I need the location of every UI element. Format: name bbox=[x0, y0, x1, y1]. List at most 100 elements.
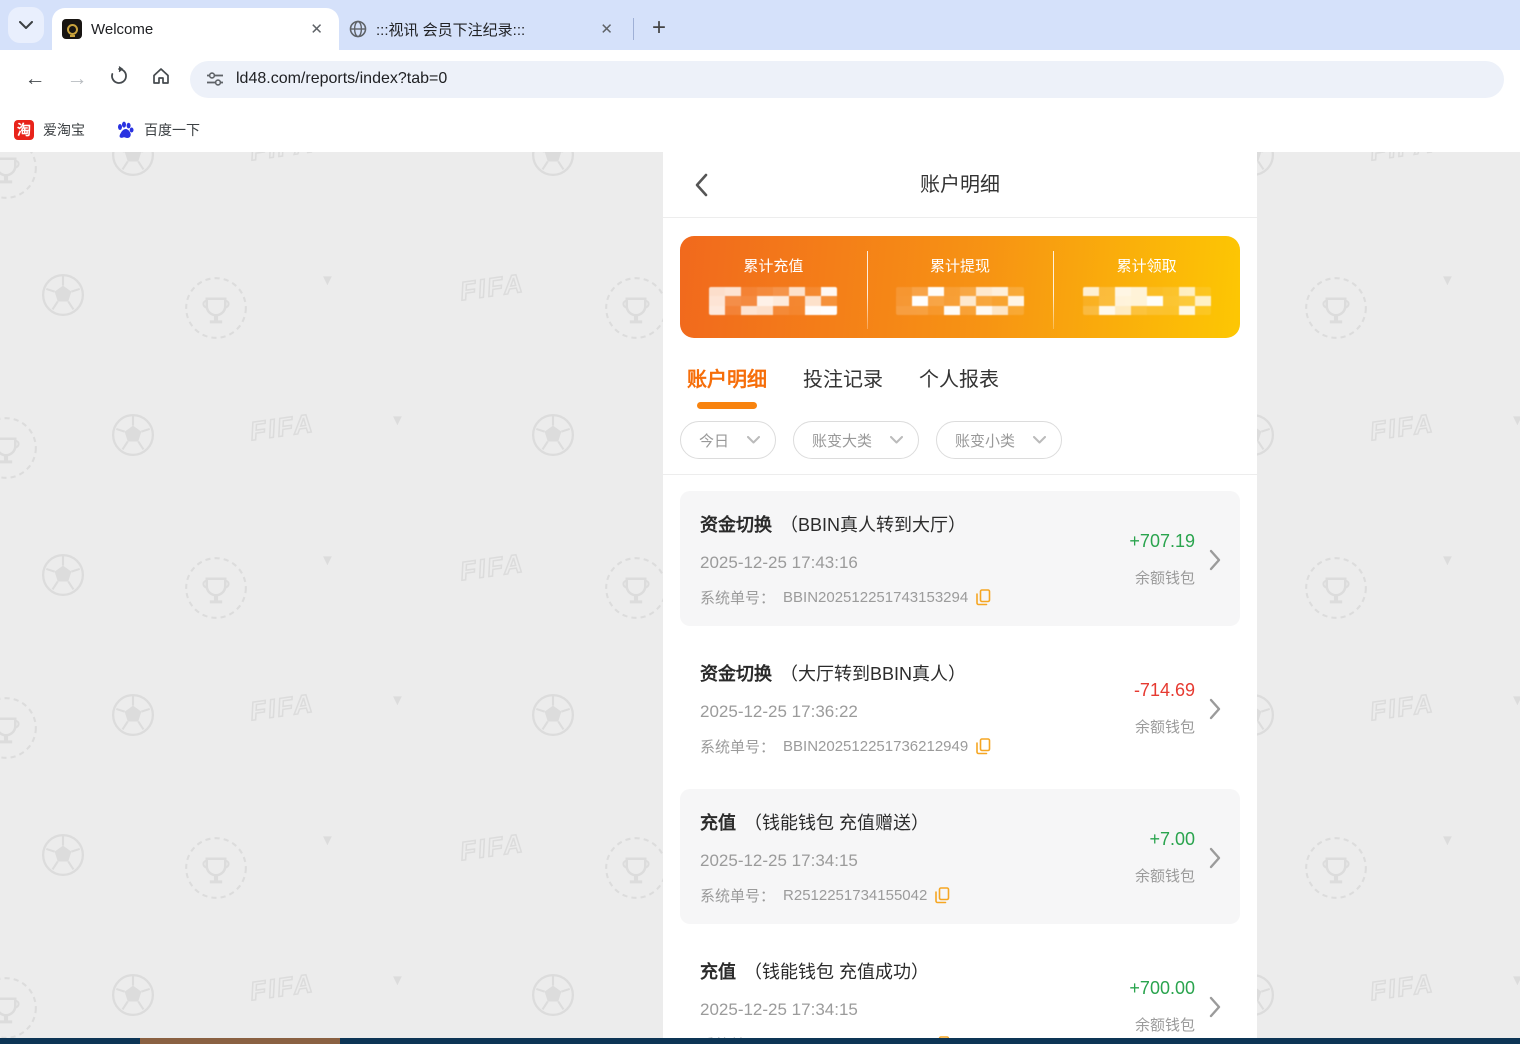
order-number-value: BBIN202512251736212949 bbox=[783, 738, 969, 755]
site-settings-icon bbox=[207, 72, 223, 86]
browser-window: Welcome ✕ :::视讯 会员下注纪录::: ✕ + ← → ld48.c… bbox=[0, 0, 1520, 1044]
bookmark-taobao[interactable]: 淘 爱淘宝 bbox=[14, 120, 85, 140]
bookmark-baidu[interactable]: 百度一下 bbox=[115, 120, 200, 140]
wallet-type: 余额钱包 bbox=[1134, 570, 1195, 587]
transaction-subtitle: （BBIN真人转到大厅） bbox=[780, 515, 967, 535]
transaction-title: 资金切换 （BBIN真人转到大厅） bbox=[700, 511, 1129, 537]
chevron-right-icon bbox=[1209, 847, 1221, 868]
account-detail-panel: 账户明细 累计充值 累计提现 累计领取 账户明细 投注记录 个人报表 今日 账变… bbox=[663, 152, 1257, 1044]
transaction-type: 资金切换 bbox=[700, 515, 772, 535]
order-number-label: 系统单号： bbox=[700, 888, 776, 905]
order-number-label: 系统单号： bbox=[700, 739, 776, 756]
transaction-subtitle: （大厅转到BBIN真人） bbox=[780, 664, 967, 684]
summary-label: 累计领取 bbox=[1116, 258, 1177, 275]
transaction-title: 充值 （钱能钱包 充值赠送） bbox=[700, 809, 1135, 835]
tab-welcome[interactable]: Welcome ✕ bbox=[52, 8, 339, 50]
tab-divider bbox=[633, 18, 634, 40]
transaction-datetime: 2025-12-25 17:36:22 bbox=[700, 702, 858, 721]
close-icon[interactable]: ✕ bbox=[596, 18, 617, 40]
order-number-value: R2512251734155042 bbox=[783, 887, 928, 904]
bottom-cutoff-bar bbox=[0, 1038, 1520, 1044]
transaction-type: 资金切换 bbox=[700, 664, 772, 684]
filter-minor-category-dropdown[interactable]: 账变小类 bbox=[936, 421, 1063, 459]
bookmark-label: 爱淘宝 bbox=[43, 122, 85, 138]
taobao-icon: 淘 bbox=[14, 120, 34, 140]
filter-label: 账变小类 bbox=[955, 432, 1016, 450]
wallet-type: 余额钱包 bbox=[1134, 1017, 1195, 1034]
tab-strip: Welcome ✕ :::视讯 会员下注纪录::: ✕ + bbox=[0, 0, 1520, 50]
transaction-row[interactable]: 资金切换 （BBIN真人转到大厅） 2025-12-25 17:43:16 系统单… bbox=[680, 491, 1240, 626]
transaction-title: 资金切换 （大厅转到BBIN真人） bbox=[700, 660, 1134, 686]
chevron-left-icon bbox=[695, 173, 708, 197]
summary-label: 累计提现 bbox=[930, 258, 991, 275]
chevron-right-icon bbox=[1209, 549, 1221, 570]
reload-button[interactable] bbox=[98, 66, 140, 92]
summary-divider bbox=[1053, 251, 1055, 329]
home-button[interactable] bbox=[140, 66, 182, 92]
filter-label: 账变大类 bbox=[812, 432, 873, 450]
baidu-paw-icon bbox=[118, 121, 134, 138]
page-content: FIFA▼▼FIFAFIFA▼▼FIFAFIFA▼▼FIFAFIFA▼▼FIFA… bbox=[0, 152, 1520, 1044]
wallet-type: 余额钱包 bbox=[1134, 719, 1195, 736]
tab-account-detail[interactable]: 账户明细 bbox=[687, 363, 767, 409]
filter-date-dropdown[interactable]: 今日 bbox=[680, 421, 777, 459]
wallet-type: 余额钱包 bbox=[1134, 868, 1195, 885]
globe-icon bbox=[349, 20, 367, 38]
masked-value bbox=[1082, 287, 1211, 315]
tab-label: 个人报表 bbox=[919, 369, 999, 391]
summary-divider bbox=[866, 251, 868, 329]
page-title: 账户明细 bbox=[920, 174, 1000, 196]
transaction-subtitle: （钱能钱包 充值成功） bbox=[744, 962, 929, 982]
tab-title: Welcome bbox=[91, 20, 154, 38]
chevron-down-icon bbox=[747, 436, 761, 444]
tab-betting-records[interactable]: :::视讯 会员下注纪录::: ✕ bbox=[339, 8, 629, 50]
tab-label: 账户明细 bbox=[687, 369, 767, 391]
url-text: ld48.com/reports/index?tab=0 bbox=[236, 70, 448, 87]
new-tab-button[interactable]: + bbox=[644, 16, 674, 40]
tab-search-button[interactable] bbox=[8, 7, 44, 43]
summary-card: 累计充值 累计提现 累计领取 bbox=[680, 236, 1240, 338]
chevron-down-icon bbox=[19, 20, 33, 29]
url-bar[interactable]: ld48.com/reports/index?tab=0 bbox=[190, 60, 1504, 98]
back-button[interactable] bbox=[693, 172, 709, 203]
chevron-right-icon bbox=[1209, 996, 1221, 1017]
tab-label: 投注记录 bbox=[803, 369, 883, 391]
transaction-list: 资金切换 （BBIN真人转到大厅） 2025-12-25 17:43:16 系统单… bbox=[663, 475, 1257, 1044]
filter-label: 今日 bbox=[699, 432, 730, 450]
copy-icon[interactable] bbox=[976, 738, 991, 755]
filter-row: 今日 账变大类 账变小类 bbox=[663, 409, 1257, 475]
close-icon[interactable]: ✕ bbox=[306, 18, 327, 40]
bookmark-label: 百度一下 bbox=[144, 122, 200, 138]
copy-icon[interactable] bbox=[935, 887, 950, 904]
browser-toolbar: ← → ld48.com/reports/index?tab=0 bbox=[0, 50, 1520, 108]
transaction-amount: +707.19 bbox=[1129, 531, 1195, 551]
transaction-subtitle: （钱能钱包 充值赠送） bbox=[744, 813, 929, 833]
tab-title: :::视讯 会员下注纪录::: bbox=[376, 21, 526, 39]
active-tab-underline bbox=[696, 402, 758, 409]
summary-total-withdraw: 累计提现 bbox=[867, 236, 1054, 338]
chevron-right-icon bbox=[1209, 698, 1221, 719]
transaction-row[interactable]: 资金切换 （大厅转到BBIN真人） 2025-12-25 17:36:22 系统单… bbox=[680, 640, 1240, 775]
back-navigation-button[interactable]: ← bbox=[14, 67, 56, 91]
transaction-type: 充值 bbox=[700, 813, 736, 833]
forward-navigation-button[interactable]: → bbox=[56, 67, 98, 91]
summary-total-claimed: 累计领取 bbox=[1053, 236, 1240, 338]
transaction-row[interactable]: 充值（钱能钱包 充值成功） 2025-12-25 17:34:15 系统单号： … bbox=[680, 938, 1240, 1044]
chevron-down-icon bbox=[890, 436, 904, 444]
copy-icon[interactable] bbox=[976, 589, 991, 606]
tab-personal-report[interactable]: 个人报表 bbox=[919, 363, 999, 409]
chevron-down-icon bbox=[1033, 436, 1047, 444]
transaction-amount: +7.00 bbox=[1149, 829, 1195, 849]
transaction-amount: +700.00 bbox=[1129, 978, 1195, 998]
filter-major-category-dropdown[interactable]: 账变大类 bbox=[793, 421, 920, 459]
transaction-datetime: 2025-12-25 17:34:15 bbox=[700, 851, 858, 870]
transaction-title: 充值 （钱能钱包 充值成功） bbox=[700, 958, 1129, 984]
summary-label: 累计充值 bbox=[743, 258, 804, 275]
report-tabs: 账户明细 投注记录 个人报表 bbox=[663, 363, 1257, 409]
panel-header: 账户明细 bbox=[663, 152, 1257, 218]
order-number-label: 系统单号： bbox=[700, 590, 776, 607]
transaction-row[interactable]: 充值 （钱能钱包 充值赠送） 2025-12-25 17:34:15 系统单号： … bbox=[680, 789, 1240, 924]
tab-bet-records[interactable]: 投注记录 bbox=[803, 363, 883, 409]
order-number-value: BBIN202512251743153294 bbox=[783, 589, 969, 606]
home-icon bbox=[153, 68, 169, 84]
